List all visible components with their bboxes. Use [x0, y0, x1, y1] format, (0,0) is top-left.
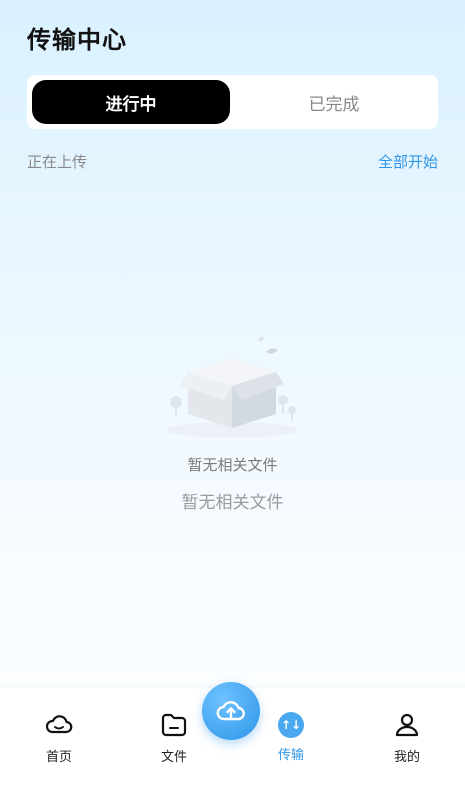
nav-home[interactable]: 首页 [24, 710, 94, 765]
empty-box-illustration [166, 336, 298, 438]
nav-mine[interactable]: 我的 [372, 710, 442, 765]
nav-mine-label: 我的 [393, 750, 420, 765]
nav-transfer-label: 传输 [277, 748, 304, 763]
nav-home-label: 首页 [45, 750, 72, 765]
person-icon [395, 713, 419, 737]
transfer-icon: ↑↓ [278, 712, 304, 738]
empty-illustration-caption: 暂无相关文件 [187, 456, 278, 474]
page-title: 传输中心 [27, 26, 127, 54]
nav-files-label: 文件 [160, 750, 187, 765]
tab-in-progress[interactable]: 进行中 [32, 80, 230, 124]
folder-icon [161, 713, 187, 737]
nav-files[interactable]: 文件 [139, 710, 209, 765]
cloud-icon [45, 715, 73, 734]
empty-state-message: 暂无相关文件 [181, 493, 284, 513]
upload-fab-button[interactable] [202, 682, 260, 740]
start-all-button[interactable]: 全部开始 [378, 151, 438, 172]
nav-transfer[interactable]: ↑↓ 传输 [256, 710, 326, 763]
transfer-segmented-control: 进行中 已完成 [27, 75, 438, 129]
uploading-status-label: 正在上传 [27, 153, 88, 171]
tab-completed[interactable]: 已完成 [235, 80, 433, 124]
cloud-upload-icon [216, 701, 245, 721]
bottom-tab-bar: 首页 文件 ↑↓ 传输 我的 [0, 682, 465, 786]
